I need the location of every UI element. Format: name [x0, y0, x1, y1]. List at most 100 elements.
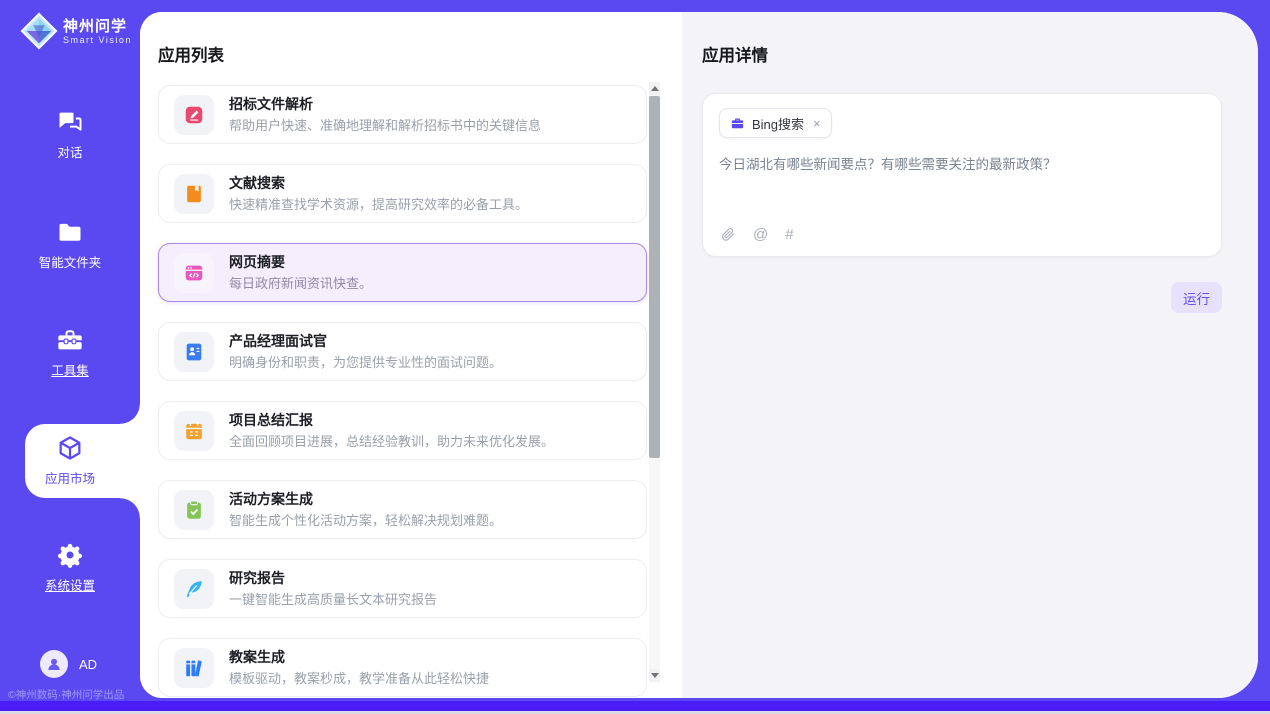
app-list: 招标文件解析 帮助用户快速、准确地理解和解析招标书中的关键信息 文献搜索 快速精… [140, 85, 682, 698]
app-description: 模板驱动，教案秒成，教学准备从此轻松快捷 [229, 670, 489, 687]
app-card-research-report[interactable]: 研究报告 一键智能生成高质量长文本研究报告 [158, 559, 647, 618]
sidebar-item-chat[interactable]: 对话 [0, 108, 140, 161]
sidebar-item-label: 对话 [57, 142, 82, 161]
user-account[interactable]: AD [40, 650, 97, 678]
sidebar-item-label: 工具集 [51, 360, 89, 379]
app-card-project-summary[interactable]: 项目总结汇报 全面回顾项目进展，总结经验教训，助力未来优化发展。 [158, 401, 647, 460]
app-title: 网页摘要 [229, 253, 372, 272]
prompt-card: Bing搜索 × 今日湖北有哪些新闻要点？有哪些需要关注的最新政策？ @ # [702, 93, 1222, 257]
sidebar-item-smart-folder[interactable]: 智能文件夹 [0, 218, 140, 271]
folder-icon [56, 218, 84, 246]
app-icon-box [174, 569, 214, 609]
app-detail-title: 应用详情 [702, 42, 1258, 66]
app-icon-box [174, 490, 214, 530]
diamond-logo-icon [20, 12, 58, 50]
mention-icon[interactable]: @ [753, 226, 768, 243]
scrollbar-thumb[interactable] [649, 96, 660, 458]
cube-icon [56, 434, 84, 462]
interview-icon [183, 341, 205, 363]
app-description: 一键智能生成高质量长文本研究报告 [229, 591, 437, 608]
app-description: 全面回顾项目进展，总结经验教训，助力未来优化发展。 [229, 433, 554, 450]
app-card-text: 研究报告 一键智能生成高质量长文本研究报告 [229, 569, 437, 608]
paperclip-icon[interactable] [721, 226, 736, 243]
app-icon-box [174, 253, 214, 293]
app-icon-box [174, 332, 214, 372]
chat-icon [56, 108, 84, 136]
sidebar-item-label: 智能文件夹 [39, 252, 102, 271]
app-description: 帮助用户快速、准确地理解和解析招标书中的关键信息 [229, 117, 541, 134]
app-card-text: 招标文件解析 帮助用户快速、准确地理解和解析招标书中的关键信息 [229, 95, 541, 134]
app-icon-box [174, 174, 214, 214]
web-code-icon [183, 262, 205, 284]
toolbox-icon [56, 326, 84, 354]
app-icon-box [174, 648, 214, 688]
app-title: 教案生成 [229, 648, 489, 667]
app-card-text: 教案生成 模板驱动，教案秒成，教学准备从此轻松快捷 [229, 648, 489, 687]
brand-name: 神州问学 [63, 18, 132, 35]
bump-curve-top [120, 404, 140, 424]
sidebar-item-settings[interactable]: 系统设置 [0, 541, 140, 594]
avatar [40, 650, 68, 678]
app-list-panel: 应用列表 招标文件解析 帮助用户快速、准确地理解和解析招标书中的关键信息 [140, 12, 682, 698]
scroll-down-button[interactable] [649, 669, 660, 682]
book-icon [183, 183, 205, 205]
app-card-literature-search[interactable]: 文献搜索 快速精准查找学术资源，提高研究效率的必备工具。 [158, 164, 647, 223]
app-card-text: 活动方案生成 智能生成个性化活动方案，轻松解决规划难题。 [229, 490, 502, 529]
app-card-text: 项目总结汇报 全面回顾项目进展，总结经验教训，助力未来优化发展。 [229, 411, 554, 450]
sidebar-item-toolset[interactable]: 工具集 [0, 326, 140, 379]
close-icon[interactable]: × [813, 117, 821, 130]
app-title: 文献搜索 [229, 174, 528, 193]
brand-subtitle: Smart Vision [63, 35, 132, 45]
app-card-web-summary[interactable]: 网页摘要 每日政府新闻资讯快查。 [158, 243, 647, 302]
app-description: 智能生成个性化活动方案，轻松解决规划难题。 [229, 512, 502, 529]
quill-icon [183, 578, 205, 600]
copyright-footer: ©神州数码·神州问学出品 [8, 687, 124, 702]
app-title: 研究报告 [229, 569, 437, 588]
gear-icon [56, 541, 84, 569]
prompt-input[interactable]: 今日湖北有哪些新闻要点？有哪些需要关注的最新政策？ [719, 155, 1205, 174]
edit-doc-icon [183, 104, 205, 126]
app-card-pm-interviewer[interactable]: 产品经理面试官 明确身份和职责，为您提供专业性的面试问题。 [158, 322, 647, 381]
triangle-up-icon [651, 86, 659, 91]
app-description: 每日政府新闻资讯快查。 [229, 275, 372, 292]
app-icon-box [174, 95, 214, 135]
scrollbar[interactable] [649, 82, 660, 682]
app-card-lesson-plan[interactable]: 教案生成 模板驱动，教案秒成，教学准备从此轻松快捷 [158, 638, 647, 697]
sidebar-item-label: 应用市场 [45, 468, 95, 487]
app-title: 活动方案生成 [229, 490, 502, 509]
bump-curve-bottom [120, 498, 140, 518]
app-card-bid-parse[interactable]: 招标文件解析 帮助用户快速、准确地理解和解析招标书中的关键信息 [158, 85, 647, 144]
input-toolbar: @ # [721, 226, 794, 243]
books-icon [183, 657, 205, 679]
app-icon-box [174, 411, 214, 451]
tool-tag-label: Bing搜索 [752, 114, 804, 133]
sidebar-item-app-market[interactable]: 应用市场 [0, 434, 140, 487]
app-card-event-plan[interactable]: 活动方案生成 智能生成个性化活动方案，轻松解决规划难题。 [158, 480, 647, 539]
app-card-text: 网页摘要 每日政府新闻资讯快查。 [229, 253, 372, 292]
tool-tag-bing-search: Bing搜索 × [719, 108, 832, 138]
app-title: 项目总结汇报 [229, 411, 554, 430]
app-description: 明确身份和职责，为您提供专业性的面试问题。 [229, 354, 502, 371]
bottom-accent-strip [0, 701, 1270, 711]
run-row: 运行 [702, 282, 1222, 313]
run-button[interactable]: 运行 [1171, 282, 1222, 313]
app-list-title: 应用列表 [140, 12, 682, 85]
user-name: AD [79, 657, 97, 672]
sidebar-item-label: 系统设置 [45, 575, 95, 594]
brand-text: 神州问学 Smart Vision [63, 18, 132, 45]
main-content: 应用列表 招标文件解析 帮助用户快速、准确地理解和解析招标书中的关键信息 [140, 12, 1258, 698]
app-card-text: 文献搜索 快速精准查找学术资源，提高研究效率的必备工具。 [229, 174, 528, 213]
app-card-text: 产品经理面试官 明确身份和职责，为您提供专业性的面试问题。 [229, 332, 502, 371]
brand-logo: 神州问学 Smart Vision [20, 12, 132, 50]
scroll-up-button[interactable] [649, 82, 660, 95]
app-title: 产品经理面试官 [229, 332, 502, 351]
briefcase-icon [730, 116, 745, 131]
triangle-down-icon [651, 673, 659, 678]
sidebar: 神州问学 Smart Vision 对话 智能文件夹 [0, 0, 140, 714]
clipboard-check-icon [183, 499, 205, 521]
report-icon [183, 420, 205, 442]
hash-icon[interactable]: # [785, 226, 793, 243]
app-description: 快速精准查找学术资源，提高研究效率的必备工具。 [229, 196, 528, 213]
app-detail-panel: 应用详情 Bing搜索 × 今日湖北有哪些新闻要点？有哪些需要关注的最新政策？ … [682, 12, 1258, 698]
user-icon [45, 655, 63, 673]
